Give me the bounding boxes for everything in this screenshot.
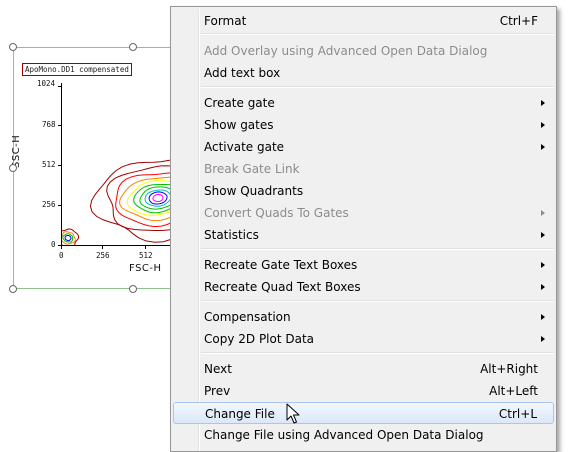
resize-handle-bottom[interactable] <box>129 285 137 293</box>
menu-item-copy-2d-plot-data[interactable]: Copy 2D Plot Data <box>173 328 554 350</box>
menu-item-label: Format <box>204 14 247 28</box>
submenu-arrow-icon <box>541 210 545 216</box>
menu-item-label: Add Overlay using Advanced Open Data Dia… <box>204 44 488 58</box>
x-axis-label: FSC-H <box>129 263 162 274</box>
menu-item-format[interactable]: Format Ctrl+F <box>173 10 554 32</box>
submenu-arrow-icon <box>541 336 545 342</box>
menu-separator <box>201 33 554 35</box>
submenu-arrow-icon <box>541 122 545 128</box>
menu-item-label: Show Quadrants <box>204 184 304 198</box>
menu-item-label: Break Gate Link <box>204 162 300 176</box>
contour-ring <box>64 235 72 242</box>
menu-item-shortcut: Ctrl+L <box>498 407 537 421</box>
submenu-arrow-icon <box>541 314 545 320</box>
x-tick-label: 0 <box>59 251 64 260</box>
menu-item-label: Activate gate <box>204 140 285 154</box>
menu-item-statistics[interactable]: Statistics <box>173 224 554 246</box>
x-tick-label: 256 <box>96 251 110 260</box>
menu-separator <box>201 86 554 88</box>
menu-item-label: Statistics <box>204 228 259 242</box>
menu-item-compensation[interactable]: Compensation <box>173 306 554 328</box>
menu-item-prev[interactable]: Prev Alt+Left <box>173 380 554 402</box>
menu-item-shortcut: Alt+Left <box>489 384 538 398</box>
menu-item-label: Recreate Quad Text Boxes <box>204 280 361 294</box>
menu-item-label: Compensation <box>204 310 291 324</box>
submenu-arrow-icon <box>541 100 545 106</box>
menu-item-change-file-advanced[interactable]: Change File using Advanced Open Data Dia… <box>173 424 554 446</box>
menu-item-add-overlay[interactable]: Add Overlay using Advanced Open Data Dia… <box>173 40 554 62</box>
menu-item-label: Copy 2D Plot Data <box>204 332 315 346</box>
submenu-arrow-icon <box>541 262 545 268</box>
contour-ring <box>148 191 168 205</box>
menu-item-recreate-gate-text-boxes[interactable]: Recreate Gate Text Boxes <box>173 254 554 276</box>
menu-item-break-gate-link[interactable]: Break Gate Link <box>173 158 554 180</box>
x-tick-label: 512 <box>139 251 153 260</box>
y-tick-label: 256 <box>42 200 56 209</box>
context-menu: Format Ctrl+F Add Overlay using Advanced… <box>170 6 557 452</box>
menu-item-label: Convert Quads To Gates <box>204 206 349 220</box>
menu-item-label: Change File using Advanced Open Data Dia… <box>204 428 484 442</box>
menu-separator <box>201 352 554 354</box>
menu-item-label: Show gates <box>204 118 274 132</box>
tick-marks <box>58 86 146 249</box>
submenu-arrow-icon <box>541 232 545 238</box>
submenu-arrow-icon <box>541 284 545 290</box>
resize-handle-left[interactable] <box>9 164 17 172</box>
menu-separator <box>201 248 554 250</box>
contour-ring <box>152 194 164 202</box>
menu-item-label: Change File <box>205 407 275 421</box>
menu-item-convert-quads-to-gates[interactable]: Convert Quads To Gates <box>173 202 554 224</box>
menu-item-label: Next <box>204 362 232 376</box>
menu-item-next[interactable]: Next Alt+Right <box>173 358 554 380</box>
resize-handle-bottom-left[interactable] <box>9 285 17 293</box>
menu-separator <box>201 300 554 302</box>
menu-item-create-gate[interactable]: Create gate <box>173 92 554 114</box>
y-axis-label: SSC-H <box>11 134 22 168</box>
menu-item-recreate-quad-text-boxes[interactable]: Recreate Quad Text Boxes <box>173 276 554 298</box>
menu-item-shortcut: Ctrl+F <box>499 14 538 28</box>
menu-item-shortcut: Alt+Right <box>480 362 538 376</box>
submenu-arrow-icon <box>541 144 545 150</box>
y-tick-label: 0 <box>51 240 56 249</box>
y-tick-label: 512 <box>42 160 56 169</box>
resize-handle-top-left[interactable] <box>9 43 17 51</box>
menu-item-show-quadrants[interactable]: Show Quadrants <box>173 180 554 202</box>
menu-item-label: Prev <box>204 384 231 398</box>
menu-item-label: Add text box <box>204 66 281 80</box>
menu-item-label: Recreate Gate Text Boxes <box>204 258 358 272</box>
mouse-pointer-icon <box>286 403 300 424</box>
menu-item-activate-gate[interactable]: Activate gate <box>173 136 554 158</box>
plot-title[interactable]: ApoMono.DD1 compensated <box>22 63 132 76</box>
y-tick-label: 1024 <box>37 79 56 88</box>
menu-item-change-file[interactable]: Change File Ctrl+L <box>173 402 554 424</box>
menu-item-show-gates[interactable]: Show gates <box>173 114 554 136</box>
y-tick-label: 768 <box>42 120 56 129</box>
resize-handle-top[interactable] <box>129 43 137 51</box>
menu-item-label: Create gate <box>204 96 275 110</box>
menu-item-add-text-box[interactable]: Add text box <box>173 62 554 84</box>
